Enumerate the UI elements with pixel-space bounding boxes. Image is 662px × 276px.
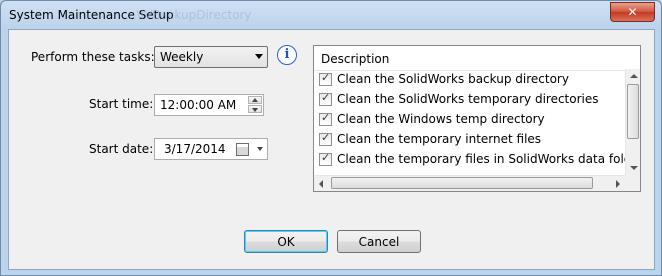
close-button[interactable]: ✕ [610,2,655,22]
start-time-input[interactable]: 12:00:00 AM [154,94,264,116]
chevron-down-icon[interactable] [257,147,263,151]
vertical-scroll-thumb[interactable] [627,84,639,139]
close-icon: ✕ [627,5,638,19]
info-icon[interactable]: i [277,45,297,65]
vertical-scrollbar[interactable] [625,69,640,175]
scroll-down-icon[interactable] [630,166,638,170]
task-label: Clean the temporary internet files [337,132,542,146]
start-time-value: 12:00:00 AM [160,98,237,112]
task-checkbox[interactable] [319,91,332,106]
scroll-corner [625,175,640,191]
start-date-value: 3/17/2014 [164,142,226,156]
spin-up-button[interactable] [248,96,262,104]
start-time-label: Start time: [89,97,154,111]
column-header-description: Description [321,52,390,66]
ok-button[interactable]: OK [244,230,328,253]
horizontal-scroll-thumb[interactable] [331,177,593,189]
list-item[interactable]: Clean the SolidWorks backup directory [314,70,626,90]
chevron-down-icon [255,54,263,59]
list-item[interactable]: Clean the temporary files in SolidWorks … [314,150,626,170]
task-label: Clean the SolidWorks backup directory [337,72,569,86]
task-label: Clean the SolidWorks temporary directori… [337,92,599,106]
list-column-header[interactable]: Description [314,46,640,71]
start-time-spinner [248,96,262,114]
scroll-up-icon[interactable] [630,74,638,78]
window-title-ghost: ...\IVBackupDirectory [125,8,252,22]
tasks-frequency-value: Weekly [160,50,204,64]
spin-down-button[interactable] [248,105,262,113]
calendar-icon[interactable] [236,143,249,156]
scroll-left-icon[interactable] [319,180,323,188]
start-date-picker[interactable]: 3/17/2014 [154,138,268,160]
scroll-right-icon[interactable] [616,180,620,188]
list-item[interactable]: Clean the SolidWorks temporary directori… [314,90,626,110]
task-checkbox[interactable] [319,131,332,146]
start-date-label: Start date: [89,142,154,156]
task-checkbox[interactable] [319,151,332,166]
dialog-body: Perform these tasks: Weekly i Start time… [8,29,655,270]
task-list: Description Clean the SolidWorks backup … [313,45,641,192]
task-label: Clean the Windows temp directory [337,112,545,126]
task-checkbox[interactable] [319,71,332,86]
dialog-window: System Maintenance Setup ...\IVBackupDir… [0,0,662,276]
tasks-label: Perform these tasks: [31,50,155,64]
title-bar[interactable]: System Maintenance Setup ...\IVBackupDir… [1,1,661,27]
task-checkbox[interactable] [319,111,332,126]
task-label: Clean the temporary files in SolidWorks … [337,152,626,166]
tasks-frequency-select[interactable]: Weekly [154,46,268,68]
list-item[interactable]: Clean the Windows temp directory [314,110,626,130]
cancel-button[interactable]: Cancel [337,230,421,253]
list-item[interactable]: Clean the temporary internet files [314,130,626,150]
horizontal-scrollbar[interactable] [314,175,625,191]
